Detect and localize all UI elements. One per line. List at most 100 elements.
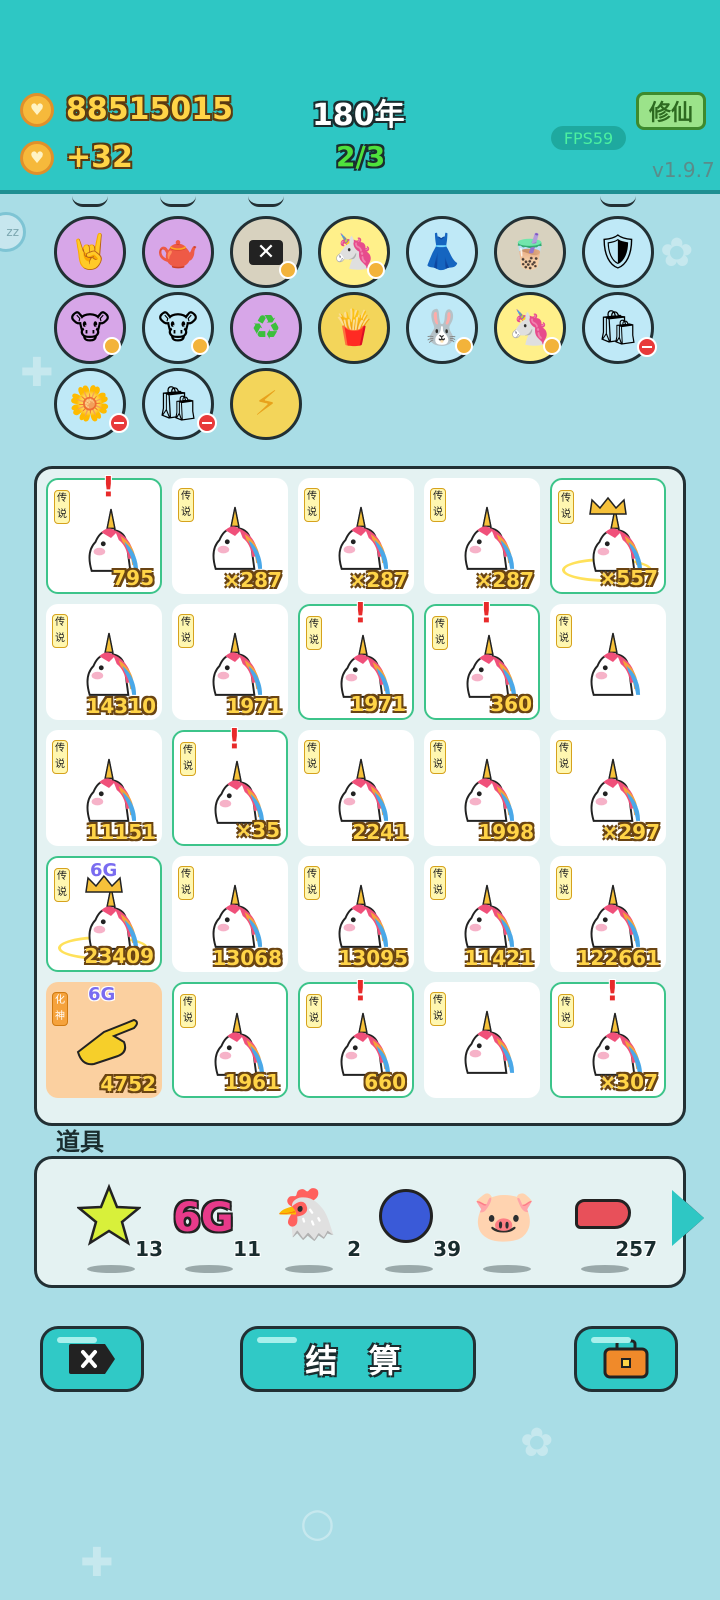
board-cell[interactable]: 传说 ×287 xyxy=(172,478,288,594)
heart-badge-icon xyxy=(279,261,297,279)
rarity-tag: 传说 xyxy=(556,740,572,774)
unicorn-icon xyxy=(592,1012,644,1076)
skirt-icon[interactable]: 👗 xyxy=(406,216,478,288)
unicorn-icon xyxy=(86,632,138,696)
item-blueberry[interactable]: 39 xyxy=(371,1173,461,1273)
item-liver[interactable]: 257 xyxy=(567,1173,657,1273)
cell-count: 23409 xyxy=(84,944,154,968)
cow-pair-icon[interactable]: 🐮 xyxy=(142,292,214,364)
rarity-tag: 传说 xyxy=(430,488,446,522)
heart-badge-icon xyxy=(455,337,473,355)
item-piggy-bank[interactable]: 🐷 xyxy=(469,1173,559,1273)
coin-amount: 88515015 xyxy=(66,92,233,127)
alert-icon: ! xyxy=(480,596,493,629)
rarity-tag: 传说 xyxy=(304,488,320,522)
board-cell[interactable]: 传说 xyxy=(550,604,666,720)
board-cell[interactable]: 传说 1998 xyxy=(424,730,540,846)
unicorn-icon[interactable]: 🦄 xyxy=(318,216,390,288)
6g-icon: 6G xyxy=(173,1195,234,1241)
board-cell[interactable]: 传说 ×557 xyxy=(550,478,666,594)
shield-wrench-icon[interactable]: 🛡 xyxy=(582,216,654,288)
item-chicken[interactable]: 🐔 2 xyxy=(271,1173,361,1273)
trash-bag-icon[interactable]: 🛍 xyxy=(142,368,217,440)
rarity-tag: 传说 xyxy=(178,488,194,522)
side-bubble-button[interactable]: zz xyxy=(0,212,26,252)
item-qty: 2 xyxy=(347,1237,361,1261)
remove-icon[interactable] xyxy=(197,413,217,433)
cell-count: 11421 xyxy=(464,946,534,970)
board-cell[interactable]: 传说 2241 xyxy=(298,730,414,846)
pointing-hand-icon xyxy=(76,1018,138,1066)
board-cell[interactable]: 传说 13095 xyxy=(298,856,414,972)
board-cell[interactable]: 传说 1971 xyxy=(172,604,288,720)
inventory-button[interactable] xyxy=(574,1326,678,1392)
rabbit-icon[interactable]: 🐰 xyxy=(406,292,478,364)
board-cell[interactable]: 传说 ! ×307 xyxy=(550,974,666,1098)
lightning-icon[interactable]: ⚡ xyxy=(230,368,302,440)
remove-icon[interactable] xyxy=(109,413,129,433)
piggy-bank-icon: 🐷 xyxy=(473,1187,536,1245)
gravy-boat-icon[interactable]: 🫖 xyxy=(142,216,214,288)
board-cell[interactable]: 传说 ! 360 xyxy=(424,596,540,720)
board-cell[interactable]: 传说 ! 1971 xyxy=(298,596,414,720)
rarity-tag: 传说 xyxy=(178,866,194,900)
rock-hand-icon[interactable]: 🤘 xyxy=(54,216,126,288)
alert-icon: ! xyxy=(228,722,241,755)
board-cell[interactable]: 传说 122661 xyxy=(550,856,666,972)
board-cell[interactable]: 传说 11421 xyxy=(424,856,540,972)
cell-count: 795 xyxy=(112,566,154,590)
heart-badge-icon xyxy=(191,337,209,355)
board-cell[interactable]: 传说 xyxy=(424,982,540,1098)
board-cell[interactable]: 传说 ×287 xyxy=(424,478,540,594)
item-shadow xyxy=(87,1265,135,1273)
unicorn-icon xyxy=(214,1012,266,1076)
board-cell[interactable]: 化神 6G 4752 xyxy=(46,982,162,1098)
settle-button[interactable]: 结 算 xyxy=(240,1326,476,1392)
recycle-icon[interactable]: ♻ xyxy=(230,292,302,364)
heart-badge-icon xyxy=(543,337,561,355)
item-shadow xyxy=(483,1265,531,1273)
xiuxian-button[interactable]: 修仙 xyxy=(636,92,706,130)
fries-icon[interactable]: 🍟 xyxy=(318,292,390,364)
item-qty: 11 xyxy=(233,1237,261,1261)
board-cell[interactable]: 传说 ! 660 xyxy=(298,974,414,1098)
flower-pot-icon[interactable]: 🌼 xyxy=(54,368,129,440)
board-cell[interactable]: 传说 1961 xyxy=(172,982,288,1098)
rarity-tag: 传说 xyxy=(52,740,68,774)
coin-income: ♥ +32 xyxy=(20,140,133,175)
board-cell[interactable]: 传说 ! ×35 xyxy=(172,722,288,846)
item-6g[interactable]: 6G 11 xyxy=(171,1173,261,1273)
board-cell[interactable]: 传说 11151 xyxy=(46,730,162,846)
cell-count: 13095 xyxy=(338,946,408,970)
cancel-button[interactable] xyxy=(40,1326,144,1392)
items-title: 道具 xyxy=(56,1128,104,1156)
cell-count: ×287 xyxy=(475,568,534,592)
board-cell[interactable]: 传说 ×297 xyxy=(550,730,666,846)
cow-pair-icon[interactable]: 🐮 xyxy=(54,292,126,364)
bubble-tea-icon[interactable]: 🧋 xyxy=(494,216,566,288)
cell-count: 2241 xyxy=(352,820,408,844)
item-star[interactable]: 13 xyxy=(73,1173,163,1273)
unicorn-icon xyxy=(212,632,264,696)
trash-bag-icon[interactable]: 🛍 xyxy=(582,292,657,364)
button-highlight xyxy=(591,1337,631,1343)
settle-label: 结 算 xyxy=(305,1342,411,1380)
briefcase-icon xyxy=(603,1339,649,1379)
bg-cross-icon: ✚ xyxy=(20,350,54,396)
rarity-tag: 传说 xyxy=(556,866,572,900)
unicorn-icon[interactable]: 🦄 xyxy=(494,292,566,364)
board-cell[interactable]: 传说 14310 xyxy=(46,604,162,720)
equip-row-divider xyxy=(248,196,284,207)
board-cell[interactable]: 传说 ! 795 xyxy=(46,470,162,594)
cell-count: 14310 xyxy=(86,694,156,718)
rarity-tag: 传说 xyxy=(430,866,446,900)
board-cell[interactable]: 传说 13068 xyxy=(172,856,288,972)
remove-icon[interactable] xyxy=(637,337,657,357)
cancel-ticket-icon[interactable]: ✕ xyxy=(230,216,302,288)
equip-row-divider xyxy=(600,196,636,207)
cell-count: ×557 xyxy=(599,566,658,590)
board-cell[interactable]: 传说 ×287 xyxy=(298,478,414,594)
items-next-arrow-icon[interactable] xyxy=(668,1186,704,1250)
cell-count: 13068 xyxy=(212,946,282,970)
board-cell[interactable]: 传说 6G 23409 xyxy=(46,856,162,972)
